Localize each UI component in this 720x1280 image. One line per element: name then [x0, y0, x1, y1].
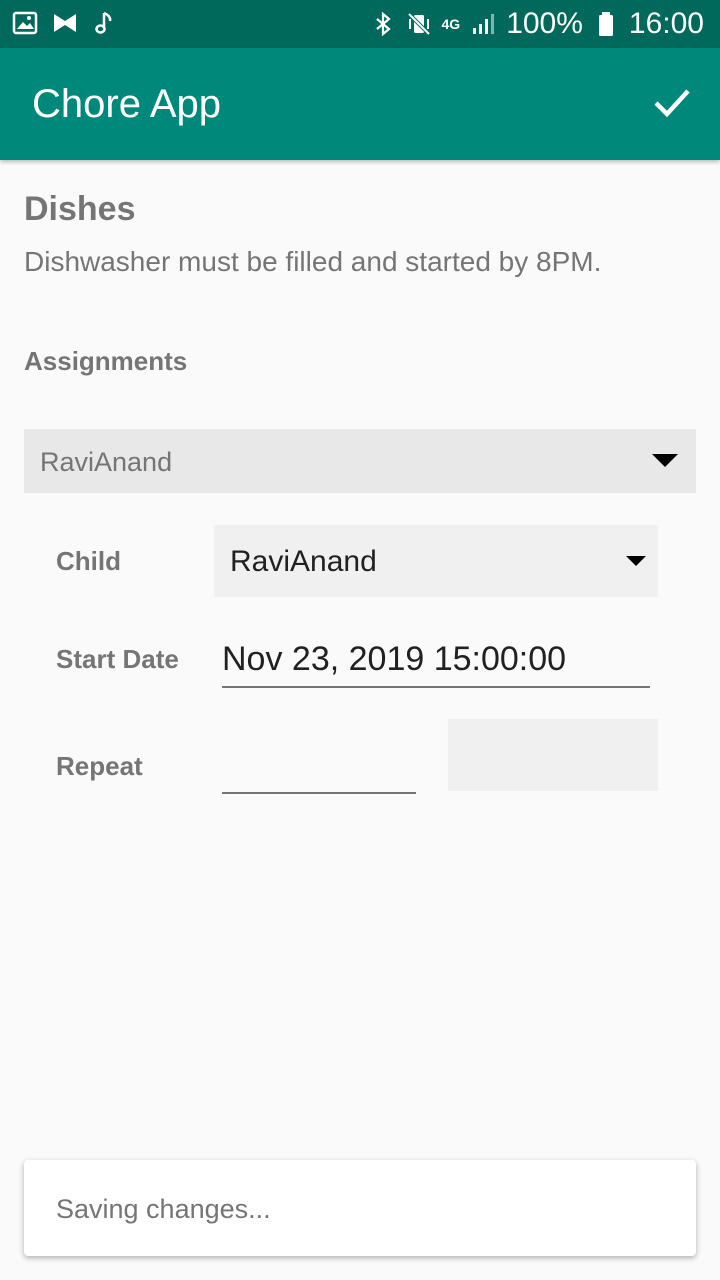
child-selected-value: RaviAnand [230, 545, 377, 578]
clock: 16:00 [628, 7, 704, 40]
network-type-label: 4G [441, 16, 461, 32]
start-date-label: Start Date [56, 644, 179, 674]
start-date-input[interactable]: Nov 23, 2019 15:00:00 [222, 636, 650, 688]
snackbar: Saving changes... [24, 1160, 696, 1256]
status-bar: 4G 100% 16:00 [0, 0, 720, 48]
chore-title: Dishes [24, 190, 136, 228]
app-bar: Chore App [0, 48, 720, 160]
repeat-interval-input[interactable] [222, 740, 416, 794]
signal-icon [470, 11, 496, 37]
check-icon [652, 82, 692, 127]
vibrate-mute-icon [406, 11, 432, 37]
battery-icon [593, 11, 619, 37]
snackbar-message: Saving changes... [56, 1194, 271, 1224]
dropdown-arrow-icon [652, 454, 678, 467]
child-dropdown[interactable]: RaviAnand [214, 525, 658, 597]
child-label: Child [56, 546, 121, 576]
bluetooth-icon [370, 11, 396, 37]
bowtie-icon [52, 10, 78, 36]
save-button[interactable] [648, 80, 696, 128]
assignments-heading: Assignments [24, 346, 188, 376]
assignment-dropdown[interactable]: RaviAnand [24, 429, 696, 493]
music-note-icon [92, 10, 118, 36]
repeat-unit-dropdown[interactable] [448, 719, 658, 791]
repeat-label: Repeat [56, 751, 143, 781]
chore-description: Dishwasher must be filled and started by… [24, 246, 602, 277]
image-icon [12, 10, 38, 36]
battery-percent: 100% [506, 7, 583, 40]
dropdown-arrow-icon [626, 556, 646, 566]
app-title: Chore App [32, 82, 222, 126]
assignment-selected-value: RaviAnand [40, 447, 173, 477]
